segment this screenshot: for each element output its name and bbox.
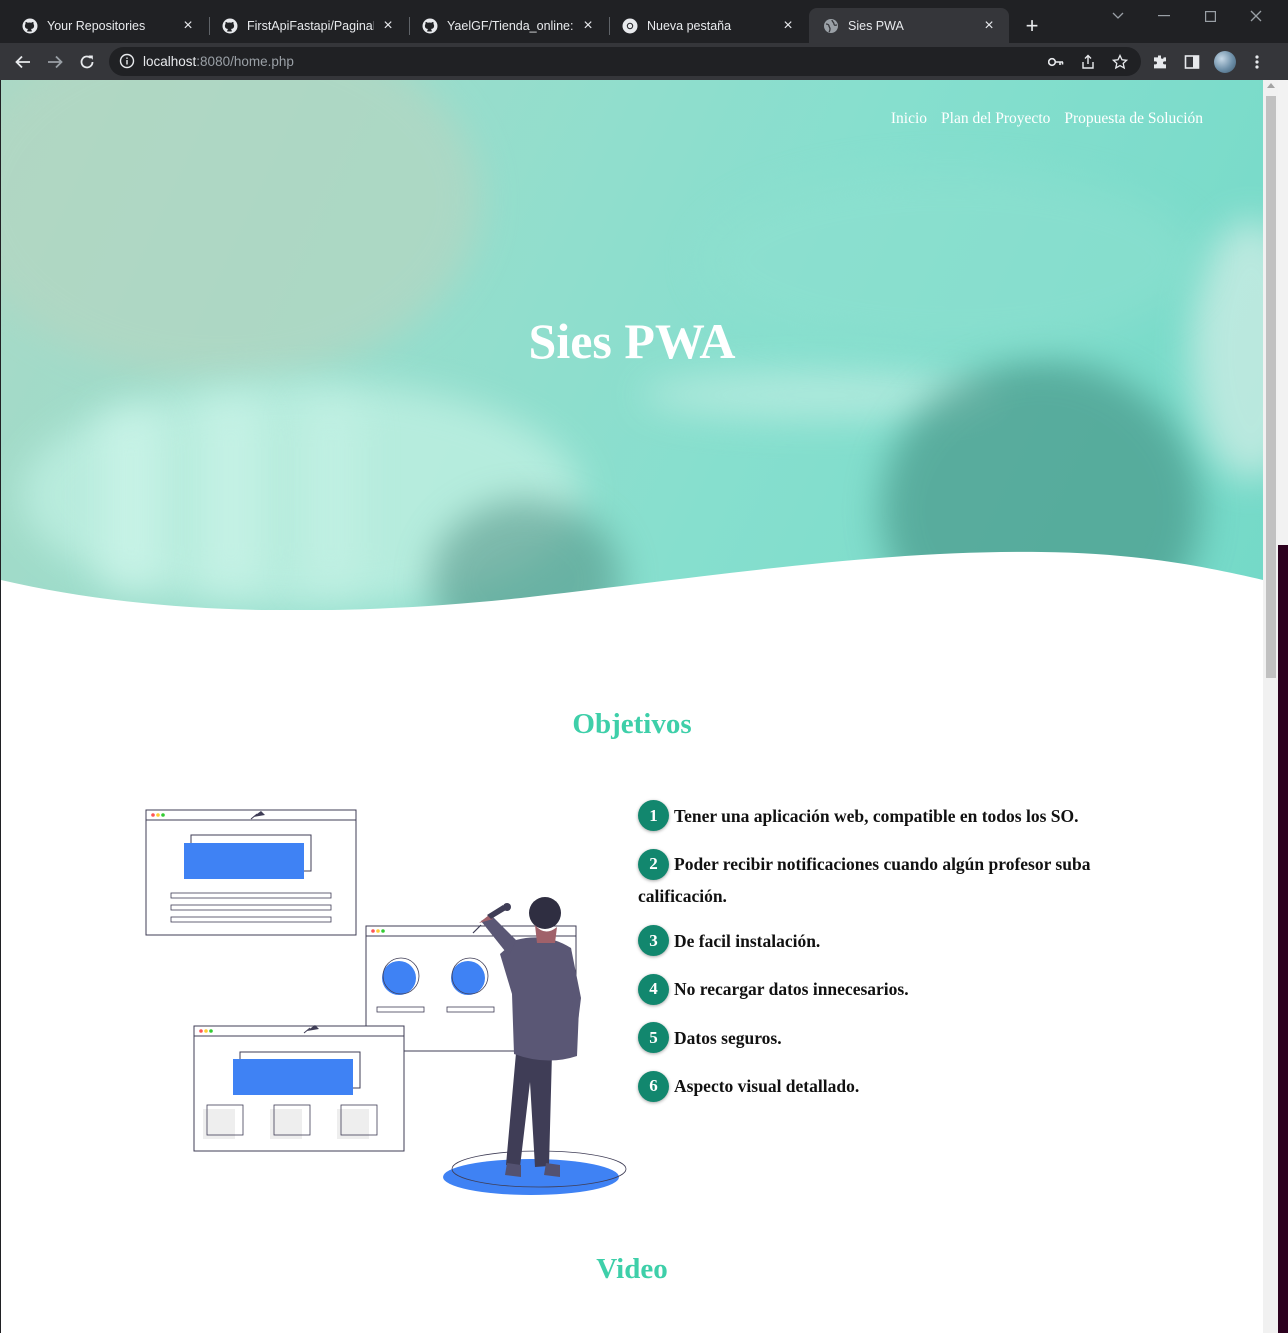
tab-search-icon[interactable]	[1095, 4, 1141, 28]
close-icon[interactable]: ×	[580, 17, 596, 34]
tab-title: YaelGF/Tienda_online: Des	[447, 18, 574, 33]
objective-number-badge: 5	[638, 1022, 669, 1054]
developer-illustration	[145, 809, 627, 1195]
objective-text: Datos seguros.	[674, 1027, 782, 1048]
menu-kebab-icon[interactable]	[1247, 52, 1267, 72]
globe-icon	[823, 18, 839, 34]
address-bar[interactable]: localhost:8080/home.php	[109, 47, 1141, 76]
hero-title: Sies PWA	[528, 313, 736, 369]
tab-title: Sies PWA	[848, 18, 904, 33]
objective-number-badge: 6	[638, 1070, 669, 1102]
objective-number-badge: 2	[638, 848, 669, 880]
side-panel-icon[interactable]	[1182, 52, 1202, 72]
tab-title: FirstApiFastapi/PaginaFastapi	[247, 18, 374, 33]
hero-wave-divider	[1, 551, 1263, 630]
objectives-title: Objetivos	[572, 708, 692, 740]
hero-section: Inicio Plan del Proyecto Propuesta de So…	[1, 80, 1263, 610]
minimize-button[interactable]	[1141, 4, 1187, 28]
tab-your-repositories[interactable]: Your Repositories ×	[8, 8, 208, 43]
objective-number-badge: 1	[638, 800, 669, 832]
key-icon[interactable]	[1047, 53, 1065, 71]
objective-item: 2 Poder recibir notificaciones cuando alg…	[638, 848, 1098, 909]
avatar[interactable]	[1214, 51, 1236, 73]
back-button[interactable]	[10, 49, 36, 75]
nav-link-propuesta-de-solucion[interactable]: Propuesta de Solución	[1064, 110, 1203, 128]
tab-nueva-pestana[interactable]: Nueva pestaña ×	[608, 8, 808, 43]
nav-link-plan-del-proyecto[interactable]: Plan del Proyecto	[941, 110, 1050, 128]
extensions-icon[interactable]	[1150, 52, 1170, 72]
reload-button[interactable]	[74, 49, 100, 75]
github-icon	[422, 18, 438, 34]
chrome-icon	[622, 18, 638, 34]
objective-item: 1 Tener una aplicación web, compatible en…	[638, 800, 1118, 833]
objective-item: 4 No recargar datos innecesarios.	[638, 973, 1118, 1006]
objective-text: No recargar datos innecesarios.	[674, 979, 909, 1000]
tab-sies-pwa[interactable]: Sies PWA ×	[809, 8, 1009, 43]
close-icon[interactable]: ×	[981, 17, 997, 34]
tab-tienda-online[interactable]: YaelGF/Tienda_online: Des ×	[408, 8, 608, 43]
tab-bar: Your Repositories × FirstApiFastapi/Pagi…	[0, 0, 1288, 43]
video-title: Video	[596, 1253, 668, 1285]
scrollbar-thumb[interactable]	[1266, 96, 1276, 678]
maximize-button[interactable]	[1187, 4, 1233, 28]
bookmark-star-icon[interactable]	[1111, 53, 1129, 71]
close-window-button[interactable]	[1233, 4, 1279, 28]
objective-text: Tener una aplicación web, compatible en …	[674, 806, 1079, 826]
tab-title: Nueva pestaña	[647, 18, 732, 33]
close-icon[interactable]: ×	[780, 17, 796, 34]
objective-item: 6 Aspecto visual detallado.	[638, 1070, 1118, 1103]
objective-item: 3 De facil instalación.	[638, 925, 1118, 958]
page-scrollbar[interactable]	[1263, 80, 1278, 1333]
info-icon[interactable]	[119, 53, 135, 69]
objective-text: Aspecto visual detallado.	[674, 1076, 860, 1097]
objective-number-badge: 3	[638, 925, 669, 957]
nav-link-inicio[interactable]: Inicio	[891, 110, 927, 128]
tab-firstapifastapi[interactable]: FirstApiFastapi/PaginaFastapi ×	[208, 8, 408, 43]
page-viewport: Inicio Plan del Proyecto Propuesta de So…	[1, 80, 1263, 1333]
objective-text: Poder recibir notificaciones cuando algú…	[638, 854, 1091, 906]
objective-number-badge: 4	[638, 973, 669, 1005]
browser-toolbar: localhost:8080/home.php	[0, 43, 1288, 80]
github-icon	[22, 18, 38, 34]
objective-text: De facil instalación.	[674, 930, 821, 951]
tab-title: Your Repositories	[47, 18, 146, 33]
objectives-list: 1 Tener una aplicación web, compatible en…	[638, 800, 1118, 1121]
forward-button[interactable]	[42, 49, 68, 75]
scroll-up-arrow-icon[interactable]	[1267, 83, 1275, 88]
close-icon[interactable]: ×	[180, 17, 196, 34]
main-nav: Inicio Plan del Proyecto Propuesta de So…	[891, 110, 1203, 128]
close-icon[interactable]: ×	[380, 17, 396, 34]
objective-item: 5 Datos seguros.	[638, 1022, 1118, 1055]
github-icon	[222, 18, 238, 34]
new-tab-button[interactable]: +	[1020, 13, 1044, 38]
background-window-edge	[1278, 80, 1288, 1333]
share-icon[interactable]	[1079, 53, 1097, 71]
url-text: localhost:8080/home.php	[143, 54, 294, 69]
